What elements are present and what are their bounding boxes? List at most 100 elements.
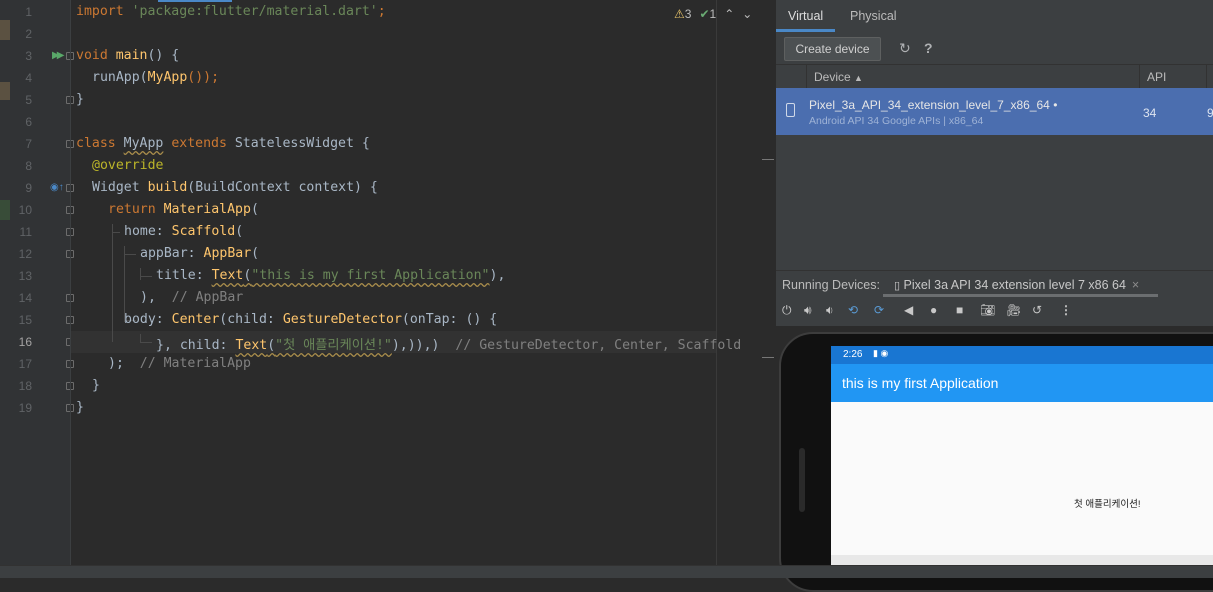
- phone-small-icon: ▯: [894, 280, 901, 292]
- chevron-up-icon[interactable]: ⌃: [724, 7, 734, 21]
- line-number: 12: [18, 247, 32, 261]
- code-line: }: [92, 378, 100, 393]
- screenshot-icon[interactable]: 📷︎: [980, 303, 995, 317]
- rotate-right-icon[interactable]: ⟳: [874, 303, 884, 317]
- close-icon[interactable]: ×: [1132, 278, 1139, 292]
- code-line: title: Text("this is my first Applicatio…: [156, 268, 506, 283]
- code-line: ); // MaterialApp: [108, 356, 251, 371]
- chevron-down-icon[interactable]: ⌄: [742, 7, 752, 21]
- more-options-icon[interactable]: ⋮: [1060, 303, 1072, 317]
- line-number: 4: [25, 71, 32, 85]
- reset-icon[interactable]: ↺: [1032, 303, 1042, 317]
- line-number: 10: [18, 203, 32, 217]
- record-icon[interactable]: 🎥︎: [1006, 303, 1021, 317]
- refresh-icon[interactable]: ↻: [899, 40, 911, 57]
- line-number: 14: [18, 291, 32, 305]
- right-margin-guide: [716, 0, 717, 565]
- line-number: 11: [19, 225, 32, 239]
- change-marker: [0, 200, 10, 220]
- line-number-current: 16: [18, 335, 32, 349]
- running-device-tab[interactable]: ▯ Pixel 3a API 34 extension level 7 x86 …: [894, 278, 1139, 292]
- warning-count[interactable]: ⚠3: [674, 7, 691, 21]
- column-device[interactable]: Device ▲: [814, 65, 863, 89]
- code-line: Widget build(BuildContext context) {: [92, 180, 378, 195]
- device-row-selected[interactable]: Pixel_3a_API_34_extension_level_7_x86_64…: [776, 88, 1213, 135]
- app-bar: this is my first Application: [831, 364, 1213, 402]
- line-number: 7: [25, 137, 32, 151]
- line-number: 13: [18, 269, 32, 283]
- back-icon[interactable]: ◀: [904, 303, 913, 317]
- gutter-divider: [70, 0, 71, 565]
- widget-guide: [140, 268, 141, 280]
- volume-down-icon[interactable]: 🔉︎: [826, 303, 834, 318]
- line-number: 19: [18, 401, 32, 415]
- rotate-left-icon[interactable]: ⟲: [848, 303, 858, 317]
- code-line: import 'package:flutter/material.dart';: [76, 4, 386, 19]
- status-dot: •: [1053, 98, 1058, 112]
- line-gutter[interactable]: 1 2 3 4 5 6 7 8 9 10 11 12 13 14 15 16 1…: [12, 0, 74, 565]
- widget-guide: [124, 254, 136, 255]
- weak-warning-count[interactable]: ✔1: [699, 7, 716, 21]
- column-api[interactable]: API: [1147, 65, 1166, 89]
- status-time: 2:26: [843, 349, 863, 360]
- column-divider: [1139, 65, 1140, 89]
- ide-status-bar: [0, 565, 1213, 578]
- editor-tab-indicator: [158, 0, 232, 2]
- code-line: }: [76, 400, 84, 415]
- notification-icon: ▮ ◉: [873, 348, 889, 358]
- widget-guide: [140, 276, 152, 277]
- phone-side-button: [799, 448, 805, 512]
- device-api: 34: [1143, 106, 1157, 120]
- line-number: 17: [18, 357, 32, 371]
- widget-guide: [140, 334, 141, 342]
- line-number: 15: [18, 313, 32, 327]
- widget-guide: [124, 246, 125, 322]
- running-tab-indicator: [883, 294, 1158, 297]
- line-number: 9: [25, 181, 32, 195]
- code-line: @override: [92, 158, 164, 173]
- volume-up-icon[interactable]: 🔊︎: [804, 303, 812, 318]
- change-marker: [0, 82, 10, 100]
- create-device-button[interactable]: Create device: [784, 37, 881, 61]
- tab-virtual[interactable]: Virtual: [776, 0, 836, 32]
- override-gutter-icon[interactable]: ◉↑: [50, 182, 64, 193]
- code-line: class MyApp extends StatelessWidget {: [76, 136, 370, 151]
- device-subtitle: Android API 34 Google APIs | x86_64: [809, 115, 984, 127]
- device-list-empty-space: [776, 135, 1213, 267]
- device-size: 9: [1207, 106, 1213, 120]
- scroll-marker[interactable]: [762, 357, 774, 358]
- center-text[interactable]: 첫 애플리케이션!: [1074, 496, 1140, 510]
- code-line: void main() {: [76, 48, 180, 63]
- code-line: body: Center(child: GestureDetector(onTa…: [124, 312, 498, 327]
- power-icon[interactable]: ⏻: [782, 303, 792, 318]
- code-line: }, child: Text("첫 애플리케이션!"),)),) // Gest…: [156, 338, 742, 353]
- tab-physical[interactable]: Physical: [838, 0, 909, 32]
- line-number: 1: [25, 5, 32, 19]
- scroll-marker[interactable]: [762, 159, 774, 160]
- inspection-widget[interactable]: ⚠3 ✔1 ⌃ ⌄: [674, 7, 752, 21]
- app-bar-title: this is my first Application: [842, 375, 999, 391]
- android-status-bar: 2:26 ▮ ◉: [831, 346, 1213, 364]
- line-number: 6: [25, 115, 32, 129]
- check-icon: ✔: [699, 7, 710, 21]
- code-line: appBar: AppBar(: [140, 246, 260, 261]
- code-line: runApp(MyApp());: [92, 70, 220, 85]
- line-number: 2: [25, 27, 32, 41]
- home-icon[interactable]: ●: [930, 303, 937, 317]
- column-divider: [806, 65, 807, 89]
- device-name: Pixel_3a_API_34_extension_level_7_x86_64…: [809, 98, 1058, 112]
- code-editor[interactable]: 1 2 3 4 5 6 7 8 9 10 11 12 13 14 15 16 1…: [0, 0, 775, 565]
- line-number: 5: [25, 93, 32, 107]
- emulator-toolbar: ⏻ 🔊︎ 🔉︎ ⟲ ⟳ ◀ ● ■ 📷︎ 🎥︎ ↺ ⋮: [776, 300, 1213, 324]
- code-line: home: Scaffold(: [124, 224, 244, 239]
- overview-icon[interactable]: ■: [956, 303, 963, 317]
- phone-icon: [786, 103, 795, 117]
- help-icon[interactable]: ?: [924, 40, 933, 56]
- run-gutter-icon[interactable]: ▶▶: [52, 50, 65, 61]
- line-number: 8: [25, 159, 32, 173]
- code-line: }: [76, 92, 84, 107]
- device-table-header: Device ▲ API: [776, 64, 1213, 90]
- emulator-screen[interactable]: 2:26 ▮ ◉ this is my first Application 첫 …: [831, 346, 1213, 565]
- widget-guide: [140, 342, 152, 343]
- change-markers: [0, 0, 12, 565]
